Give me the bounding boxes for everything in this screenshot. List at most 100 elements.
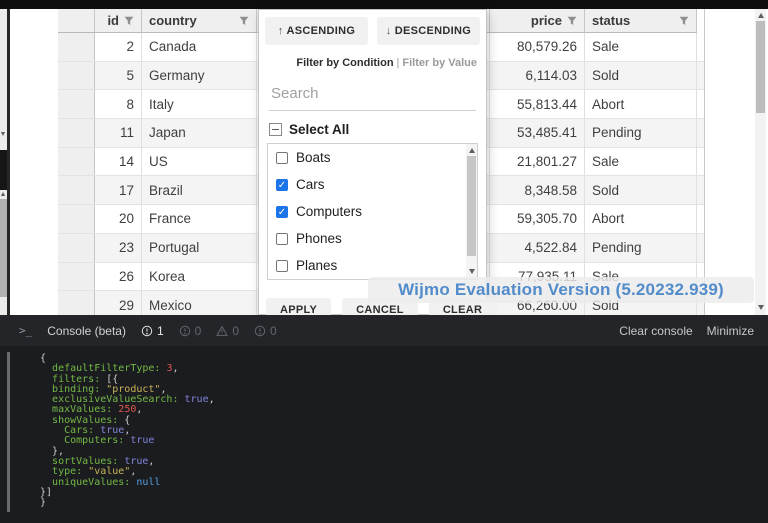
column-header-price[interactable]: price — [490, 9, 585, 33]
filter-value-item[interactable]: Boats — [268, 144, 477, 171]
console-title: Console (beta) — [47, 324, 126, 338]
sort-ascending-label: ASCENDING — [287, 25, 356, 37]
counter-value: 0 — [232, 324, 239, 338]
sort-ascending-button[interactable]: ↑ASCENDING — [265, 17, 368, 45]
select-all-row[interactable]: Select All — [269, 122, 476, 137]
grid-vertical-scrollbar[interactable] — [755, 9, 766, 315]
grid-scrollbar-thumb[interactable] — [756, 21, 765, 113]
cell-status: Abort — [585, 205, 697, 233]
filter-value-item[interactable]: ✓Computers — [268, 198, 477, 225]
left-scrollbar-thumb[interactable] — [0, 199, 7, 297]
filter-value-item[interactable]: ✓Cars — [268, 171, 477, 198]
filter-mode-tabs: Filter by Condition|Filter by Value — [259, 57, 486, 69]
console-log-line: sortValues: true, — [40, 457, 768, 467]
cell-status: Abort — [585, 90, 697, 118]
scroll-down-icon[interactable] — [1, 132, 5, 136]
console-counter[interactable]: 0 — [254, 324, 277, 338]
cell-rowhdr — [58, 263, 95, 291]
top-chrome-bar — [0, 0, 768, 9]
left-edge-scrollbar[interactable] — [0, 9, 7, 315]
tab-filter-by-value[interactable]: Filter by Value — [402, 57, 477, 69]
cell-rowhdr — [58, 291, 95, 315]
console-counter[interactable]: 0 — [179, 324, 202, 338]
scroll-down-icon[interactable] — [758, 305, 764, 310]
filter-values-listbox: Boats ✓Cars✓Computers Phones Planes — [267, 143, 478, 280]
column-header-rowhdr[interactable] — [58, 9, 95, 33]
cell-rowhdr — [58, 33, 95, 61]
minimize-console-button[interactable]: Minimize — [707, 324, 754, 338]
descending-arrow-icon: ↓ — [386, 25, 392, 37]
checkbox-checked[interactable]: ✓ — [276, 179, 288, 191]
sort-buttons-row: ↑ASCENDING ↓DESCENDING — [265, 17, 480, 45]
console-log-line: showValues: { — [40, 416, 768, 426]
wijmo-evaluation-watermark: Wijmo Evaluation Version (5.20232.939) — [368, 277, 754, 303]
cell-id: 8 — [95, 90, 142, 118]
warning-triangle-icon — [216, 325, 228, 337]
column-header-id[interactable]: id — [95, 9, 142, 33]
filter-value-label: Planes — [296, 258, 337, 273]
sort-descending-label: DESCENDING — [395, 25, 471, 37]
tab-filter-by-condition[interactable]: Filter by Condition — [296, 57, 393, 69]
left-edge-divider — [0, 150, 7, 190]
scroll-down-icon[interactable] — [469, 269, 475, 274]
cell-status: Sale — [585, 33, 697, 61]
filter-value-label: Boats — [296, 150, 331, 165]
listbox-scrollbar-thumb[interactable] — [467, 156, 476, 256]
checkbox-unchecked[interactable] — [276, 233, 288, 245]
scroll-up-icon[interactable] — [1, 192, 5, 196]
cell-status: Sale — [585, 148, 697, 176]
select-all-checkbox[interactable] — [269, 123, 282, 136]
info-circle-icon — [179, 325, 191, 337]
filter-value-label: Phones — [296, 231, 342, 246]
filter-funnel-icon[interactable] — [124, 16, 134, 26]
column-header-label: country — [149, 13, 197, 28]
scroll-up-icon[interactable] — [758, 13, 764, 18]
cell-price: 6,114.03 — [490, 62, 585, 90]
token: true — [185, 394, 209, 405]
clear-console-button[interactable]: Clear console — [619, 324, 692, 338]
filter-funnel-icon[interactable] — [239, 16, 249, 26]
token: , — [172, 363, 178, 374]
cell-id: 29 — [95, 291, 142, 315]
cell-price: 53,485.41 — [490, 119, 585, 147]
token: , — [148, 456, 154, 467]
console-counter[interactable]: 0 — [216, 324, 239, 338]
listbox-scrollbar[interactable] — [466, 144, 477, 279]
console-log-line: } — [40, 498, 768, 508]
cell-status: Pending — [585, 119, 697, 147]
indeterminate-minus-icon — [272, 129, 279, 131]
checkbox-unchecked[interactable] — [276, 260, 288, 272]
filter-funnel-icon[interactable] — [679, 16, 689, 26]
counter-value: 0 — [195, 324, 202, 338]
console-log-line: exclusiveValueSearch: true, — [40, 395, 768, 405]
select-all-label: Select All — [289, 122, 349, 137]
console-counter[interactable]: 1 — [141, 324, 164, 338]
cell-id: 11 — [95, 119, 142, 147]
filter-funnel-icon[interactable] — [567, 16, 577, 26]
ascending-arrow-icon: ↑ — [278, 25, 284, 37]
sort-descending-button[interactable]: ↓DESCENDING — [377, 17, 480, 45]
cell-id: 2 — [95, 33, 142, 61]
cell-rowhdr — [58, 119, 95, 147]
console-log-line: }] — [40, 488, 768, 498]
column-filter-dropdown: ↑ASCENDING ↓DESCENDING Filter by Conditi… — [258, 9, 487, 315]
cell-country: Germany — [142, 62, 257, 90]
checkbox-unchecked[interactable] — [276, 152, 288, 164]
column-header-label: price — [531, 13, 562, 28]
filter-value-item[interactable]: Planes — [268, 252, 477, 279]
filter-value-item[interactable]: Phones — [268, 225, 477, 252]
search-input[interactable] — [269, 82, 480, 110]
token: null — [136, 477, 160, 488]
info-circle-icon — [141, 325, 153, 337]
cell-price: 8,348.58 — [490, 176, 585, 204]
cell-country: Mexico — [142, 291, 257, 315]
filter-values-list: Boats ✓Cars✓Computers Phones Planes — [268, 144, 477, 279]
cell-rowhdr — [58, 62, 95, 90]
column-header-country[interactable]: country — [142, 9, 257, 33]
scroll-up-icon[interactable] — [469, 148, 475, 153]
cell-country: Portugal — [142, 234, 257, 262]
console-log-line: Computers: true — [40, 436, 768, 446]
checkbox-checked[interactable]: ✓ — [276, 206, 288, 218]
cell-id: 14 — [95, 148, 142, 176]
column-header-status[interactable]: status — [585, 9, 697, 33]
